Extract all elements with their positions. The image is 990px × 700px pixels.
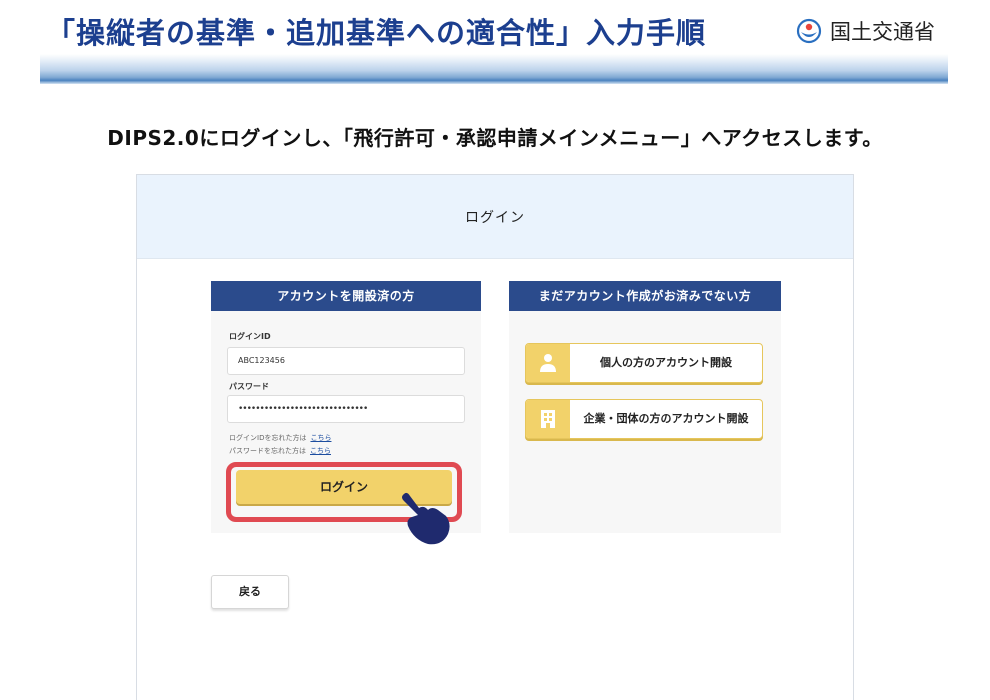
login-button-anchor: ログイン [210, 174, 462, 522]
login-page-panel: ログイン アカウントを開設済の方 ログインID ABC123456 パスワード … [136, 174, 854, 700]
forgot-id-text: ログインIDを忘れた方は [229, 434, 307, 442]
login-page-header: ログイン [137, 175, 853, 259]
login-id-field[interactable]: ABC123456 [227, 347, 465, 375]
forgot-password-text: パスワードを忘れた方は [229, 447, 306, 455]
pointing-hand-icon [402, 492, 450, 545]
individual-account-label: 個人の方のアカウント開設 [600, 356, 732, 369]
building-icon [541, 410, 555, 428]
instruction-text: DIPS2.0にログインし、「飛行許可・承認申請メインメニュー」へアクセスします… [107, 126, 883, 150]
forgot-password-line: パスワードを忘れた方は こちら [229, 446, 331, 456]
password-label: パスワード [229, 382, 269, 391]
password-field[interactable]: •••••••••••••••••••••••••••••• [227, 395, 465, 423]
ministry-name: 国土交通省 [830, 20, 935, 44]
individual-icon-box [526, 344, 570, 382]
corporate-account-label: 企業・団体の方のアカウント開設 [583, 412, 749, 425]
corporate-account-button[interactable]: 企業・団体の方のアカウント開設 [525, 399, 763, 439]
new-account-heading: まだアカウント作成がお済みでない方 [509, 281, 781, 311]
forgot-id-line: ログインIDを忘れた方は こちら [229, 433, 331, 443]
header-divider-bar [40, 54, 948, 84]
existing-account-heading: アカウントを開設済の方 [211, 281, 481, 311]
slide-title: 「操縦者の基準・追加基準への適合性」入力手順 [46, 16, 707, 50]
individual-account-button[interactable]: 個人の方のアカウント開設 [525, 343, 763, 383]
ministry-brand: 国土交通省 [796, 16, 935, 46]
mlit-logo-icon [796, 18, 822, 44]
forgot-id-link[interactable]: こちら [310, 434, 331, 442]
new-account-card: まだアカウント作成がお済みでない方 個人の方のアカウント開設 企業・団体の方のア… [509, 281, 781, 533]
login-page-title: ログイン [465, 210, 525, 226]
forgot-password-link[interactable]: こちら [310, 447, 331, 455]
login-id-label: ログインID [229, 332, 271, 341]
person-icon [540, 354, 556, 372]
back-button[interactable]: 戻る [211, 575, 289, 609]
corporate-icon-box [526, 400, 570, 438]
